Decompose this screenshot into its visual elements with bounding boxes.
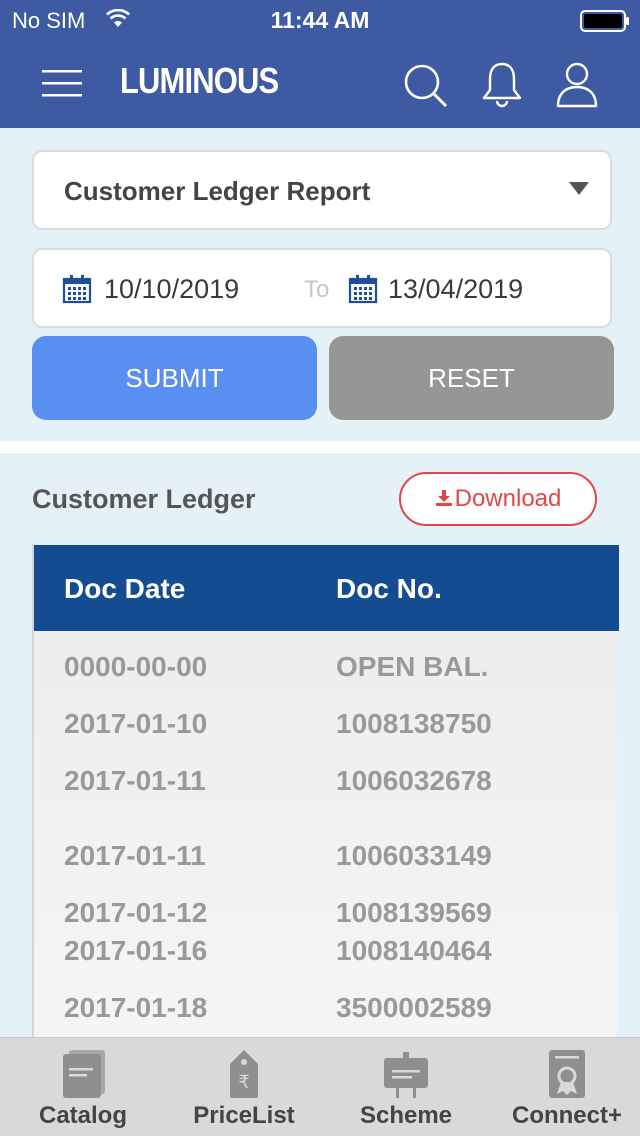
doc-no-cell: 1008138750 (336, 708, 492, 739)
tab-scheme[interactable]: Scheme (326, 1038, 486, 1136)
pricelist-icon: ₹ (230, 1050, 258, 1098)
section-divider (0, 441, 640, 453)
to-date-input[interactable]: 13/04/2019 (388, 274, 523, 305)
doc-no-cell: 1008139569 (336, 897, 492, 928)
bottom-tab-bar: Catalog ₹ PriceList Scheme Connect+ (0, 1037, 640, 1136)
doc-date-cell: 0000-00-00 (64, 651, 208, 682)
download-label: Download (454, 485, 562, 512)
doc-no-cell: 1008140464 (336, 935, 492, 966)
brand-logo: LUMINOUS (120, 60, 279, 101)
table-row[interactable]: 0000-00-00 OPEN BAL. (34, 651, 619, 691)
ledger-title: Customer Ledger (32, 484, 256, 514)
doc-no-cell: 1006033149 (336, 840, 492, 871)
date-range-field: 10/10/2019 To 13/04/2019 (32, 248, 612, 328)
doc-date-cell: 2017-01-18 (64, 992, 208, 1023)
table-row[interactable]: 2017-01-11 1006033149 (34, 840, 619, 880)
search-icon[interactable] (402, 62, 448, 108)
doc-no-cell: 1006032678 (336, 765, 492, 796)
table-row[interactable]: 2017-01-16 1008140464 (34, 935, 619, 975)
hamburger-menu-icon[interactable] (42, 68, 82, 98)
submit-button[interactable]: SUBMIT (32, 336, 317, 420)
tab-pricelist-label: PriceList (193, 1102, 295, 1129)
table-row[interactable]: 2017-01-18 3500002589 (34, 992, 619, 1032)
doc-date-cell: 2017-01-16 (64, 935, 208, 966)
report-type-value: Customer Ledger Report (64, 176, 371, 206)
tab-catalog[interactable]: Catalog (3, 1038, 163, 1136)
tab-scheme-label: Scheme (359, 1102, 453, 1129)
status-bar: No SIM 11:44 AM (0, 0, 640, 40)
battery-icon (580, 10, 629, 32)
ledger-table: Doc Date Doc No. 0000-00-00 OPEN BAL. 20… (32, 545, 619, 1037)
calendar-icon[interactable] (62, 274, 92, 304)
report-type-dropdown[interactable]: Customer Ledger Report (32, 150, 612, 230)
doc-date-cell: 2017-01-11 (64, 765, 206, 796)
doc-no-cell: OPEN BAL. (336, 651, 489, 682)
from-date-input[interactable]: 10/10/2019 (104, 274, 239, 305)
connect-icon (549, 1050, 585, 1098)
doc-date-cell: 2017-01-10 (64, 708, 208, 739)
doc-date-cell: 2017-01-12 (64, 897, 208, 928)
table-row[interactable]: 2017-01-11 1006032678 (34, 765, 619, 805)
tab-catalog-label: Catalog (38, 1102, 127, 1129)
catalog-icon (63, 1050, 105, 1098)
doc-no-cell: 3500002589 (336, 992, 492, 1023)
clock: 11:44 AM (270, 7, 370, 33)
user-profile-icon[interactable] (556, 60, 598, 108)
table-row[interactable]: 2017-01-10 1008138750 (34, 708, 619, 748)
notification-bell-icon[interactable] (480, 60, 524, 108)
tab-pricelist[interactable]: ₹ PriceList (164, 1038, 324, 1136)
column-header-doc-no: Doc No. (336, 573, 442, 604)
nav-bar: LUMINOUS (0, 40, 640, 128)
reset-button[interactable]: RESET (329, 336, 614, 420)
chevron-down-icon (569, 182, 589, 195)
download-button[interactable]: Download (399, 472, 597, 526)
scheme-icon (384, 1052, 428, 1098)
table-header: Doc Date Doc No. (34, 545, 619, 631)
to-label: To (304, 276, 330, 303)
calendar-icon[interactable] (348, 274, 378, 304)
table-row[interactable]: 2017-01-12 1008139569 (34, 897, 619, 937)
download-icon (435, 490, 452, 506)
doc-date-cell: 2017-01-11 (64, 840, 206, 871)
tab-connect[interactable]: Connect+ (487, 1038, 640, 1136)
tab-connect-label: Connect+ (511, 1102, 622, 1129)
column-header-doc-date: Doc Date (64, 573, 186, 604)
svg-text:₹: ₹ (238, 1072, 249, 1093)
